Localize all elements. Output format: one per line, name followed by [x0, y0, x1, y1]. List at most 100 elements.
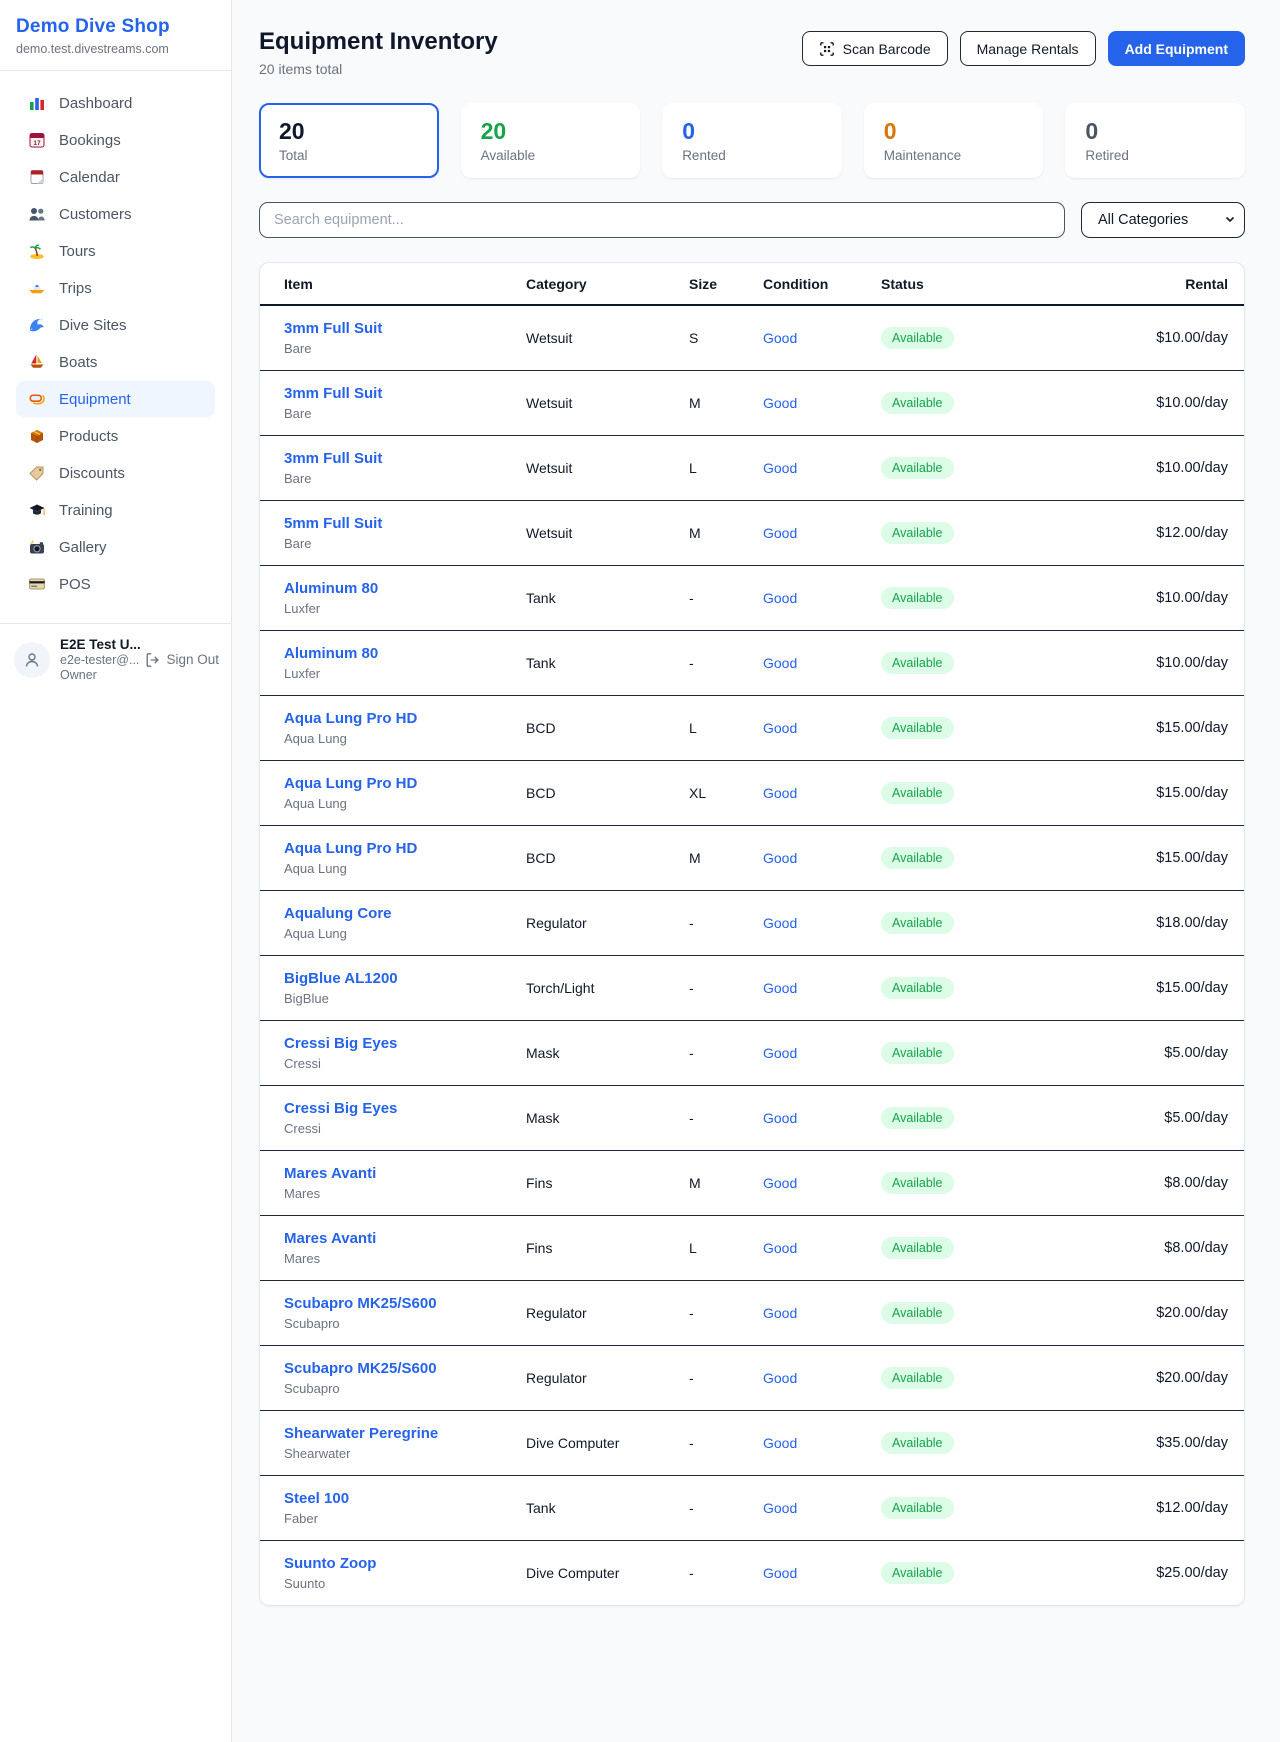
table-row[interactable]: Aluminum 80LuxferTank-GoodAvailable$10.0… [260, 566, 1244, 631]
item-link[interactable]: Cressi Big Eyes [284, 1100, 526, 1117]
sidebar-item-dive-sites[interactable]: Dive Sites [16, 307, 215, 343]
condition-link[interactable]: Good [763, 1240, 881, 1256]
manage-rentals-button[interactable]: Manage Rentals [960, 31, 1096, 66]
sidebar-item-boats[interactable]: Boats [16, 344, 215, 380]
condition-link[interactable]: Good [763, 850, 881, 866]
condition-link[interactable]: Good [763, 1110, 881, 1126]
table-row[interactable]: Mares AvantiMaresFinsMGoodAvailable$8.00… [260, 1151, 1244, 1216]
condition-link[interactable]: Good [763, 590, 881, 606]
item-brand: Luxfer [284, 601, 526, 616]
stat-card-available[interactable]: 20Available [461, 103, 641, 178]
table-row[interactable]: Aqua Lung Pro HDAqua LungBCDMGoodAvailab… [260, 826, 1244, 891]
rental-price: $15.00/day [1031, 785, 1228, 801]
condition-link[interactable]: Good [763, 1565, 881, 1581]
stat-card-total[interactable]: 20Total [259, 103, 439, 178]
item-link[interactable]: Suunto Zoop [284, 1555, 526, 1572]
sidebar-item-products[interactable]: Products [16, 418, 215, 454]
item-link[interactable]: Mares Avanti [284, 1165, 526, 1182]
item-link[interactable]: Scubapro MK25/S600 [284, 1360, 526, 1377]
condition-link[interactable]: Good [763, 720, 881, 736]
table-row[interactable]: Scubapro MK25/S600ScubaproRegulator-Good… [260, 1281, 1244, 1346]
sidebar-item-tours[interactable]: Tours [16, 233, 215, 269]
condition-link[interactable]: Good [763, 1305, 881, 1321]
condition-link[interactable]: Good [763, 460, 881, 476]
person-icon [22, 650, 42, 670]
rental-price: $12.00/day [1031, 1500, 1228, 1516]
condition-link[interactable]: Good [763, 1435, 881, 1451]
table-row[interactable]: Steel 100FaberTank-GoodAvailable$12.00/d… [260, 1476, 1244, 1541]
table-row[interactable]: Shearwater PeregrineShearwaterDive Compu… [260, 1411, 1244, 1476]
table-row[interactable]: Aluminum 80LuxferTank-GoodAvailable$10.0… [260, 631, 1244, 696]
item-link[interactable]: Steel 100 [284, 1490, 526, 1507]
sidebar-item-trips[interactable]: Trips [16, 270, 215, 306]
stat-card-maintenance[interactable]: 0Maintenance [864, 103, 1044, 178]
table-row[interactable]: BigBlue AL1200BigBlueTorch/Light-GoodAva… [260, 956, 1244, 1021]
rental-price: $12.00/day [1031, 525, 1228, 541]
condition-link[interactable]: Good [763, 655, 881, 671]
table-row[interactable]: 3mm Full SuitBareWetsuitMGoodAvailable$1… [260, 371, 1244, 436]
sidebar-item-discounts[interactable]: Discounts [16, 455, 215, 491]
table-row[interactable]: Cressi Big EyesCressiMask-GoodAvailable$… [260, 1086, 1244, 1151]
table-row[interactable]: Suunto ZoopSuuntoDive Computer-GoodAvail… [260, 1541, 1244, 1605]
table-row[interactable]: 3mm Full SuitBareWetsuitSGoodAvailable$1… [260, 306, 1244, 371]
sidebar-item-gallery[interactable]: Gallery [16, 529, 215, 565]
condition-link[interactable]: Good [763, 785, 881, 801]
sidebar-item-training[interactable]: Training [16, 492, 215, 528]
table-row[interactable]: Cressi Big EyesCressiMask-GoodAvailable$… [260, 1021, 1244, 1086]
sidebar-item-calendar[interactable]: Calendar [16, 159, 215, 195]
item-link[interactable]: Mares Avanti [284, 1230, 526, 1247]
sidebar-item-bookings[interactable]: 17Bookings [16, 122, 215, 158]
table-row[interactable]: 3mm Full SuitBareWetsuitLGoodAvailable$1… [260, 436, 1244, 501]
item-link[interactable]: Aluminum 80 [284, 580, 526, 597]
item-link[interactable]: Cressi Big Eyes [284, 1035, 526, 1052]
item-category: BCD [526, 720, 689, 736]
item-link[interactable]: 3mm Full Suit [284, 385, 526, 402]
stat-card-rented[interactable]: 0Rented [662, 103, 842, 178]
item-link[interactable]: Aqualung Core [284, 905, 526, 922]
table-row[interactable]: 5mm Full SuitBareWetsuitMGoodAvailable$1… [260, 501, 1244, 566]
category-select[interactable]: All Categories [1081, 202, 1245, 238]
status-badge: Available [881, 457, 954, 479]
item-link[interactable]: 3mm Full Suit [284, 320, 526, 337]
item-size: L [689, 460, 763, 476]
item-link[interactable]: Scubapro MK25/S600 [284, 1295, 526, 1312]
sidebar-item-label: Discounts [59, 465, 125, 482]
status-badge: Available [881, 1497, 954, 1519]
status-badge: Available [881, 1237, 954, 1259]
item-link[interactable]: Aqua Lung Pro HD [284, 840, 526, 857]
item-link[interactable]: 3mm Full Suit [284, 450, 526, 467]
sidebar-item-equipment[interactable]: Equipment [16, 381, 215, 417]
table-row[interactable]: Aqua Lung Pro HDAqua LungBCDLGoodAvailab… [260, 696, 1244, 761]
sidebar-item-dashboard[interactable]: Dashboard [16, 85, 215, 121]
item-link[interactable]: Aluminum 80 [284, 645, 526, 662]
palm-island-icon [28, 242, 46, 260]
table-row[interactable]: Aqua Lung Pro HDAqua LungBCDXLGoodAvaila… [260, 761, 1244, 826]
table-row[interactable]: Scubapro MK25/S600ScubaproRegulator-Good… [260, 1346, 1244, 1411]
item-link[interactable]: Aqua Lung Pro HD [284, 710, 526, 727]
condition-link[interactable]: Good [763, 525, 881, 541]
scan-barcode-button[interactable]: Scan Barcode [802, 31, 948, 66]
sidebar-item-pos[interactable]: POS [16, 566, 215, 602]
add-equipment-button[interactable]: Add Equipment [1108, 31, 1245, 66]
sidebar-item-customers[interactable]: Customers [16, 196, 215, 232]
condition-link[interactable]: Good [763, 915, 881, 931]
rental-price: $5.00/day [1031, 1045, 1228, 1061]
item-link[interactable]: Aqua Lung Pro HD [284, 775, 526, 792]
item-link[interactable]: BigBlue AL1200 [284, 970, 526, 987]
condition-link[interactable]: Good [763, 1370, 881, 1386]
search-input[interactable] [259, 202, 1065, 238]
stat-card-retired[interactable]: 0Retired [1065, 103, 1245, 178]
condition-link[interactable]: Good [763, 980, 881, 996]
svg-text:17: 17 [33, 140, 41, 147]
condition-link[interactable]: Good [763, 1175, 881, 1191]
table-row[interactable]: Aqualung CoreAqua LungRegulator-GoodAvai… [260, 891, 1244, 956]
condition-link[interactable]: Good [763, 1500, 881, 1516]
condition-link[interactable]: Good [763, 395, 881, 411]
sign-out-button[interactable]: Sign Out [145, 652, 219, 668]
condition-link[interactable]: Good [763, 330, 881, 346]
item-size: - [689, 1370, 763, 1386]
condition-link[interactable]: Good [763, 1045, 881, 1061]
item-link[interactable]: 5mm Full Suit [284, 515, 526, 532]
table-row[interactable]: Mares AvantiMaresFinsLGoodAvailable$8.00… [260, 1216, 1244, 1281]
item-link[interactable]: Shearwater Peregrine [284, 1425, 526, 1442]
